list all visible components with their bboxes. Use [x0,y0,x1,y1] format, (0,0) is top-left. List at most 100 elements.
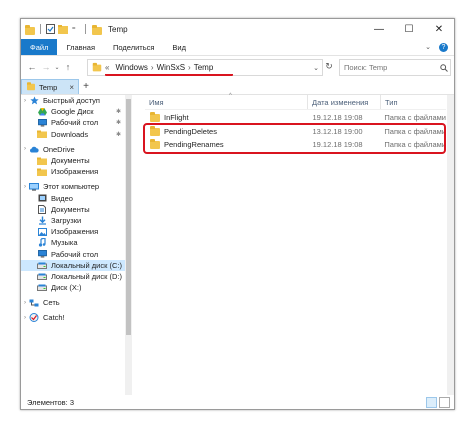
item-type: Папка с файлами [384,112,446,122]
pin-icon[interactable]: ✱ [116,119,125,126]
address-bar[interactable]: « Windows › WinSxS › Temp ⌄ [87,59,323,76]
breadcrumb-temp[interactable]: Temp [191,63,217,72]
up-button[interactable]: ↑ [61,62,75,72]
scrollbar-thumb[interactable] [448,97,453,391]
new-folder-icon[interactable] [58,24,69,34]
close-button[interactable]: ✕ [424,19,454,39]
maximize-button[interactable]: ☐ [394,19,424,39]
expand-chevron-icon[interactable]: › [21,98,29,104]
desktop-icon [37,250,47,258]
folder-icon [37,157,47,165]
pictures-icon [37,227,47,236]
column-date[interactable]: Дата изменения [307,95,380,109]
sidebar-item[interactable]: Изображения [21,166,125,177]
sidebar-item[interactable]: Диск (X:) [21,282,125,293]
breadcrumb-winsxs[interactable]: WinSxS [154,63,188,72]
sidebar-item[interactable]: Рабочий стол [21,248,125,259]
scrollbar-thumb[interactable] [126,99,131,335]
sidebar-item-label: Сеть [43,298,60,308]
folder-tabs: Temp × + [21,79,454,95]
search-icon[interactable] [438,63,450,72]
item-date: 19.12.18 19:08 [312,139,363,149]
close-tab-icon[interactable]: × [69,83,74,92]
sidebar-item[interactable]: Локальный диск (D:) [21,271,125,282]
back-button[interactable]: ← [25,62,39,72]
item-name: PendingDeletes [164,126,217,136]
expand-chevron-icon[interactable]: › [21,300,29,306]
folder-icon [150,126,160,136]
documents-icon [37,204,47,214]
recent-locations-button[interactable]: ⌄ [53,64,61,71]
computer-icon [29,182,39,191]
sidebar-item[interactable]: Документы [21,155,125,166]
expand-chevron-icon[interactable]: › [21,184,29,190]
details-view-icon[interactable] [426,396,437,408]
window-title: Temp [108,24,128,34]
sidebar-item[interactable]: Документы [21,204,125,215]
sidebar-item[interactable]: › Этот компьютер [21,181,125,192]
tab-label: Temp [39,82,58,92]
tab-share[interactable]: Поделиться [104,39,163,55]
forward-button[interactable]: → [39,62,53,72]
tab-file[interactable]: Файл [21,39,58,55]
view-switcher [426,396,454,408]
list-item[interactable]: PendingRenames 19.12.18 19:08 Папка с фа… [145,138,446,150]
list-scrollbar[interactable] [447,95,454,395]
breadcrumb-overflow[interactable]: « [102,63,112,72]
drive-icon [37,261,47,269]
title-bar: = Temp — ☐ ✕ [21,19,454,39]
folder-icon [27,82,35,91]
tab-view[interactable]: Вид [163,39,195,55]
expand-chevron-icon[interactable]: › [21,315,29,321]
sidebar-item[interactable]: Видео [21,193,125,204]
search-input[interactable] [340,62,438,73]
sidebar-item[interactable]: Загрузки [21,215,125,226]
sidebar-item-label: Быстрый доступ [43,96,100,106]
large-icons-view-icon[interactable] [439,396,450,408]
sidebar-item[interactable]: Локальный диск (C:) [21,259,125,271]
expand-ribbon-icon[interactable]: ⌄ [425,43,431,51]
item-date: 19.12.18 19:08 [312,112,363,122]
tab-temp[interactable]: Temp × [21,79,79,94]
navigation-pane: › Быстрый доступ Google Диск ✱ Рабочий стол ✱… [21,95,125,395]
list-header: Имя ^ Дата изменения Тип [145,93,446,110]
maximize-icon: ☐ [404,23,414,35]
address-dropdown-icon[interactable]: ⌄ [310,64,322,72]
sidebar-item[interactable]: › Catch! [21,312,125,323]
sidebar-item[interactable]: Рабочий стол ✱ [21,117,125,128]
refresh-button[interactable]: ↻ [322,59,336,74]
help-icon[interactable]: ? [439,42,448,52]
tab-home[interactable]: Главная [57,39,104,55]
new-tab-button[interactable]: + [79,79,93,94]
customize-toolbar-icon[interactable]: = [72,24,80,34]
sidebar-item[interactable]: › OneDrive [21,144,125,155]
sidebar-item[interactable]: Музыка [21,237,125,248]
sidebar-item[interactable]: › Быстрый доступ [21,95,125,106]
sidebar-item[interactable]: › Сеть [21,297,125,308]
sidebar-item[interactable]: Downloads ✱ [21,129,125,140]
folder-icon [92,24,102,35]
item-date: 13.12.18 19:00 [312,126,363,136]
folder-icon [150,139,160,149]
drive-icon [37,272,47,280]
drive-icon [37,284,47,292]
list-item[interactable]: InFlight 19.12.18 19:08 Папка с файлами [145,111,446,123]
navigation-scrollbar[interactable] [125,95,132,395]
folder-icon [37,130,47,139]
properties-icon[interactable] [46,24,55,34]
minimize-button[interactable]: — [364,19,394,39]
pin-icon[interactable]: ✱ [116,108,125,115]
pin-icon[interactable]: ✱ [116,131,125,138]
column-type[interactable]: Тип [380,95,445,109]
list-item[interactable]: PendingDeletes 13.12.18 19:00 Папка с фа… [145,125,446,137]
expand-chevron-icon[interactable]: › [21,146,29,152]
column-name[interactable]: Имя ^ [145,93,307,109]
breadcrumb-windows[interactable]: Windows [112,63,150,72]
column-name-label: Имя [149,97,164,107]
sidebar-item[interactable]: Google Диск ✱ [21,106,125,117]
sidebar-item[interactable]: Изображения [21,226,125,237]
sidebar-item-label: Рабочий стол [51,249,99,259]
search-box[interactable] [339,59,451,76]
item-type: Папка с файлами [384,139,446,149]
sidebar-item-label: Музыка [51,238,78,248]
